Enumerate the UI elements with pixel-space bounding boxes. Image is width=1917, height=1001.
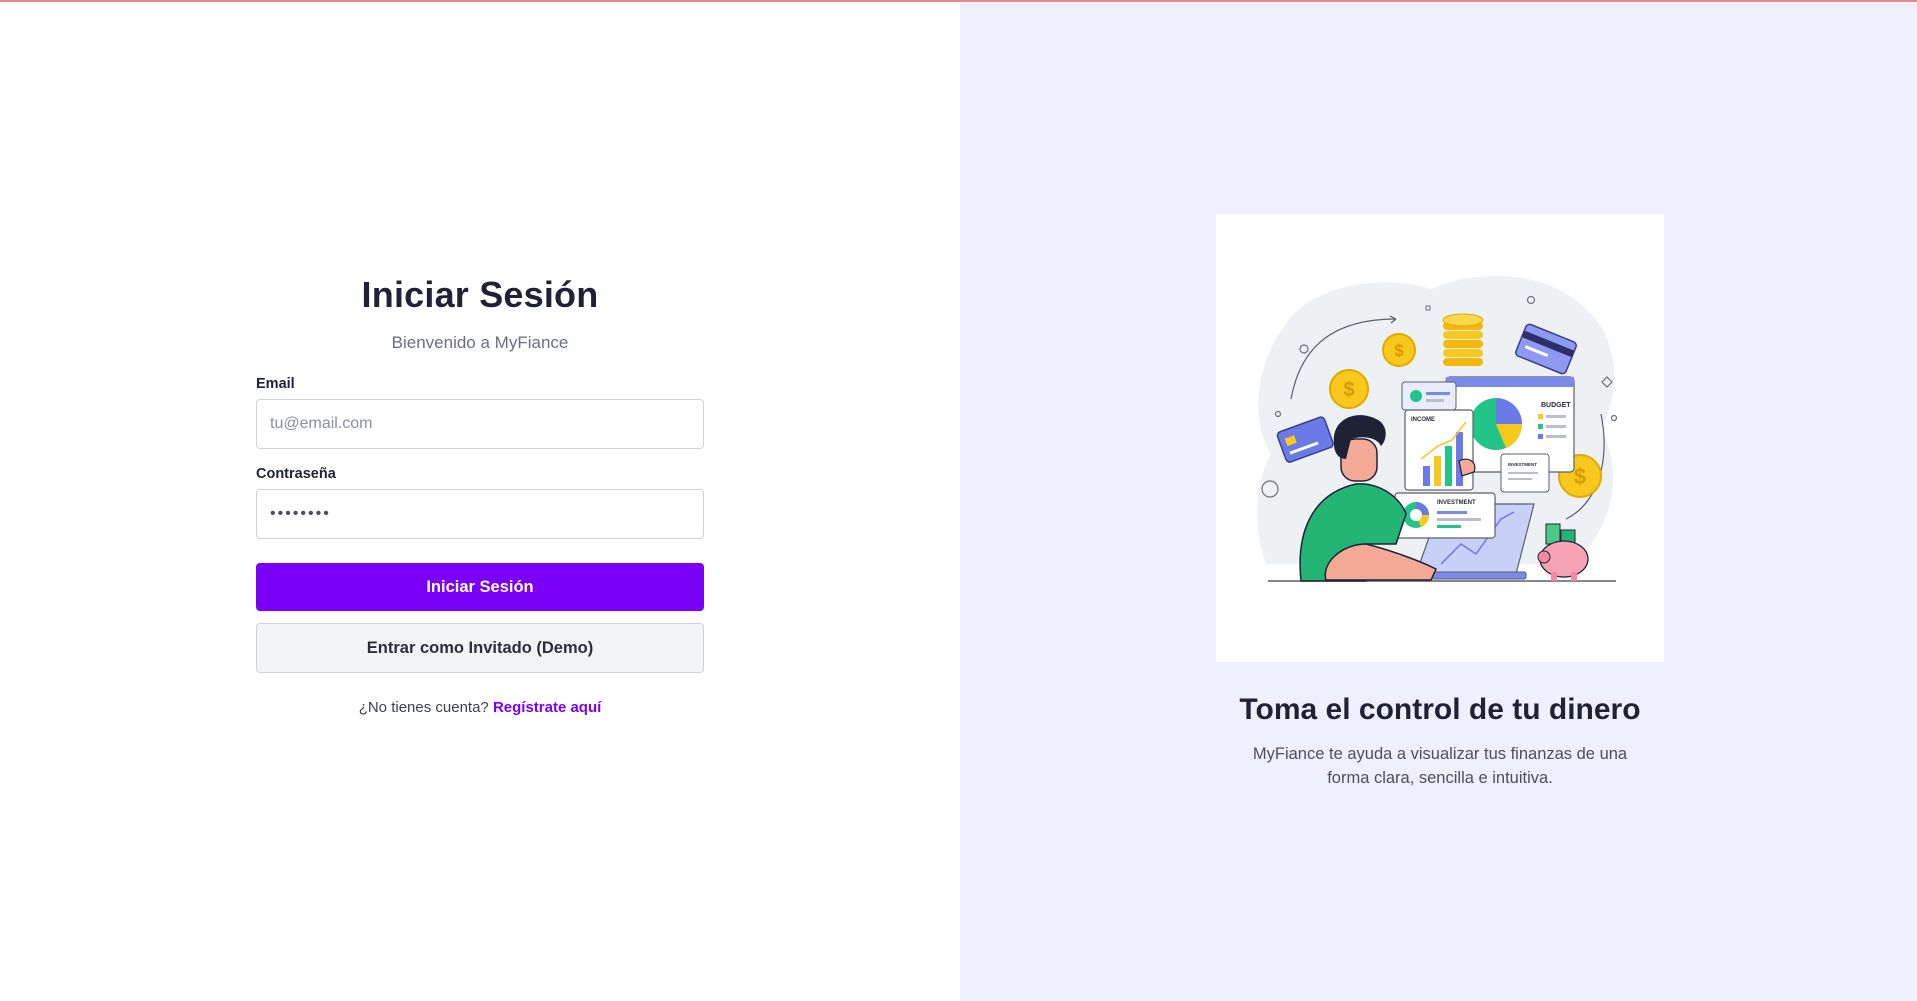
coin-icon: $ — [1329, 369, 1369, 409]
email-group: Email — [256, 376, 704, 449]
investment-card: INVESTMENT — [1394, 492, 1496, 539]
login-panel: Iniciar Sesión Bienvenido a MyFiance Ema… — [0, 0, 960, 1001]
email-label: Email — [256, 376, 295, 392]
login-form: Iniciar Sesión Bienvenido a MyFiance Ema… — [256, 270, 704, 716]
password-label: Contraseña — [256, 466, 336, 482]
promo-description: MyFiance te ayuda a visualizar tus finan… — [1252, 745, 1628, 787]
investment-small-label: INVESTMENT — [1508, 462, 1537, 467]
promo-heading: Toma el control de tu dinero — [1239, 693, 1641, 726]
coin-stack-icon — [1442, 313, 1484, 366]
finance-illustration-svg: $ $ $ BUDGET INCOME INVESTMENT INVESTMEN… — [1256, 275, 1618, 582]
deco-circle — [1610, 414, 1618, 422]
budget-label: BUDGET — [1541, 402, 1571, 409]
top-border-line — [0, 0, 1917, 2]
password-group: Contraseña — [256, 466, 704, 539]
finance-illustration: $ $ $ BUDGET INCOME INVESTMENT INVESTMEN… — [1216, 214, 1664, 662]
email-field[interactable] — [256, 399, 704, 449]
login-button[interactable]: Iniciar Sesión — [256, 563, 704, 611]
guest-demo-button[interactable]: Entrar como Invitado (Demo) — [256, 623, 704, 673]
investment-label: INVESTMENT — [1437, 500, 1476, 506]
coin-icon: $ — [1382, 333, 1416, 367]
investment-small-card: INVESTMENT — [1500, 453, 1550, 493]
svg-text:$: $ — [1343, 379, 1354, 401]
signup-link[interactable]: Regístrate aquí — [493, 699, 601, 716]
svg-text:$: $ — [1574, 464, 1586, 489]
income-label: INCOME — [1411, 417, 1435, 423]
page-title: Iniciar Sesión — [361, 274, 599, 315]
signup-prompt: ¿No tienes cuenta? Regístrate aquí — [256, 699, 704, 716]
welcome-subtitle: Bienvenido a MyFiance — [391, 333, 569, 352]
password-field[interactable] — [256, 489, 704, 539]
signup-prompt-text: ¿No tienes cuenta? — [358, 699, 489, 716]
svg-text:$: $ — [1394, 341, 1404, 360]
